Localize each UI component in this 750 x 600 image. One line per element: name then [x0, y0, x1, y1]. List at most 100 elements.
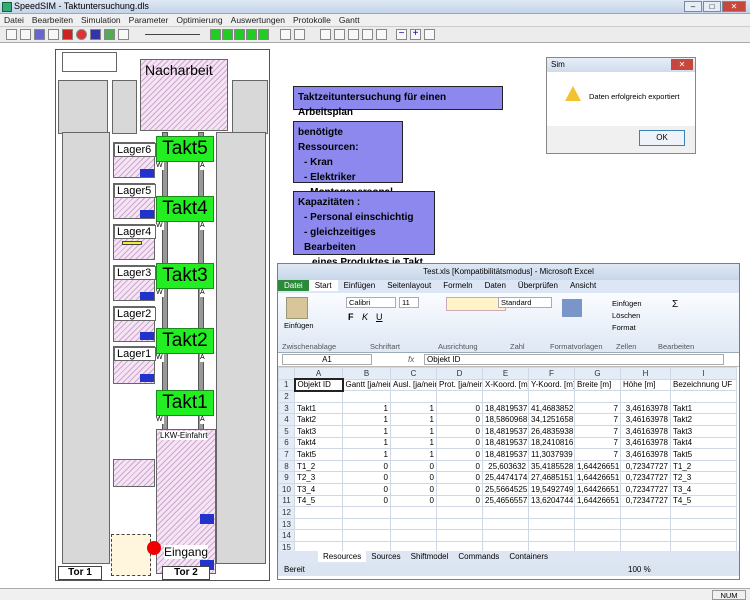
- cell[interactable]: Takt1: [670, 401, 737, 415]
- size-select[interactable]: 11: [399, 297, 419, 308]
- lager4-area[interactable]: Lager4: [113, 224, 156, 260]
- styles-icon[interactable]: [562, 299, 582, 317]
- cell[interactable]: 0: [436, 448, 483, 461]
- row-header[interactable]: 4: [278, 413, 295, 426]
- tool-icon[interactable]: [294, 29, 305, 40]
- takt4[interactable]: Takt4: [156, 196, 214, 222]
- cell[interactable]: [528, 529, 575, 542]
- cell[interactable]: [528, 540, 575, 551]
- sum-icon[interactable]: Σ: [672, 299, 678, 310]
- cell[interactable]: [390, 517, 437, 531]
- cell[interactable]: 18,4819537: [482, 436, 529, 450]
- cell[interactable]: [390, 390, 437, 403]
- cell[interactable]: [294, 529, 343, 542]
- tab-ansicht[interactable]: Ansicht: [564, 280, 602, 291]
- cell[interactable]: 25,5664525: [482, 482, 529, 496]
- tool-icon[interactable]: [48, 29, 59, 40]
- font-select[interactable]: Calibri: [346, 297, 396, 308]
- cell[interactable]: [482, 506, 529, 519]
- cell[interactable]: 1,64426651: [574, 494, 621, 508]
- tool-icon[interactable]: [376, 29, 387, 40]
- cell[interactable]: 1: [390, 436, 437, 450]
- header-cell[interactable]: Y-Koord. [m]: [528, 378, 575, 392]
- row-header[interactable]: 2: [278, 390, 295, 403]
- col-header[interactable]: G: [574, 367, 621, 380]
- cell[interactable]: 0: [342, 459, 391, 473]
- cell[interactable]: Takt5: [294, 448, 343, 461]
- header-cell[interactable]: Objekt ID: [293, 378, 344, 392]
- row-header[interactable]: 13: [278, 517, 295, 531]
- cell[interactable]: [574, 517, 621, 531]
- row-header[interactable]: 14: [278, 529, 295, 542]
- tab-einfuegen[interactable]: Einfügen: [338, 280, 382, 291]
- paste-icon[interactable]: [286, 297, 308, 319]
- cell[interactable]: 0: [342, 471, 391, 484]
- tool-icon[interactable]: [118, 29, 129, 40]
- cell[interactable]: 0: [390, 459, 437, 473]
- cell[interactable]: T2_3: [294, 471, 343, 484]
- cell[interactable]: [574, 506, 621, 519]
- cell[interactable]: Takt2: [670, 413, 737, 426]
- italic-icon[interactable]: K: [362, 312, 368, 322]
- tab-daten[interactable]: Daten: [479, 280, 512, 291]
- stop-icon[interactable]: [246, 29, 257, 40]
- cell[interactable]: Takt2: [294, 413, 343, 426]
- cells-delete[interactable]: Löschen: [612, 311, 640, 320]
- cell[interactable]: [528, 517, 575, 531]
- cell[interactable]: 27,4685151: [528, 471, 575, 484]
- cell[interactable]: [482, 390, 529, 403]
- tool-icon[interactable]: [6, 29, 17, 40]
- row-header[interactable]: 11: [278, 494, 295, 508]
- cell[interactable]: 18,2410816: [528, 436, 575, 450]
- cell[interactable]: [528, 506, 575, 519]
- formula-input[interactable]: Objekt ID: [424, 354, 724, 365]
- cell[interactable]: 0: [342, 482, 391, 496]
- close-button[interactable]: ✕: [722, 1, 746, 12]
- cell[interactable]: 1: [342, 424, 391, 438]
- cell[interactable]: 35,4185528: [528, 459, 575, 473]
- cell[interactable]: [670, 529, 737, 542]
- cell[interactable]: 0: [436, 436, 483, 450]
- play-icon[interactable]: [210, 29, 221, 40]
- zoom-out-icon[interactable]: −: [396, 29, 407, 40]
- zoom-icon[interactable]: [424, 29, 435, 40]
- cell[interactable]: 19,5492749: [528, 482, 575, 496]
- cell[interactable]: [436, 390, 483, 403]
- play-icon[interactable]: [222, 29, 233, 40]
- cell[interactable]: T3_4: [670, 482, 737, 496]
- cell[interactable]: Takt4: [670, 436, 737, 450]
- cell[interactable]: 0: [436, 401, 483, 415]
- takt2[interactable]: Takt2: [156, 328, 214, 354]
- cell[interactable]: 25,4656557: [482, 494, 529, 508]
- cell[interactable]: 0,72347727: [620, 494, 671, 508]
- row-header[interactable]: 10: [278, 482, 295, 496]
- cell[interactable]: 1: [342, 436, 391, 450]
- cell[interactable]: 3,46163978: [620, 401, 671, 415]
- cell[interactable]: 0,72347727: [620, 459, 671, 473]
- cell[interactable]: 34,1251658: [528, 413, 575, 426]
- col-header[interactable]: D: [436, 367, 483, 380]
- name-box[interactable]: A1: [282, 354, 372, 365]
- tab-formeln[interactable]: Formeln: [437, 280, 478, 291]
- row-header[interactable]: 8: [278, 459, 295, 473]
- menu-optimierung[interactable]: Optimierung: [172, 14, 226, 26]
- col-header[interactable]: F: [528, 367, 575, 380]
- cell[interactable]: [342, 506, 391, 519]
- cell[interactable]: 3,46163978: [620, 413, 671, 426]
- ok-button[interactable]: OK: [639, 130, 685, 146]
- cell[interactable]: [390, 529, 437, 542]
- cell[interactable]: 18,4819537: [482, 424, 529, 438]
- tool-icon[interactable]: [362, 29, 373, 40]
- sheet-grid[interactable]: ABCDEFGHI 1 Objekt ID Gantt [ja/nein] Ausl.…: [278, 367, 739, 551]
- cell[interactable]: 0,72347727: [620, 482, 671, 496]
- cell[interactable]: 18,4819537: [482, 401, 529, 415]
- sheet-tab-shiftmodel[interactable]: Shiftmodel: [406, 551, 454, 562]
- cell[interactable]: 25,603632: [482, 459, 529, 473]
- tab-ueberpruefen[interactable]: Überprüfen: [512, 280, 564, 291]
- cell[interactable]: 0: [436, 471, 483, 484]
- tab-seitenlayout[interactable]: Seitenlayout: [381, 280, 437, 291]
- row-header[interactable]: 3: [278, 401, 295, 415]
- col-header[interactable]: E: [482, 367, 529, 380]
- sheet-tab-commands[interactable]: Commands: [453, 551, 504, 562]
- tor1-label[interactable]: Tor 1: [58, 566, 102, 580]
